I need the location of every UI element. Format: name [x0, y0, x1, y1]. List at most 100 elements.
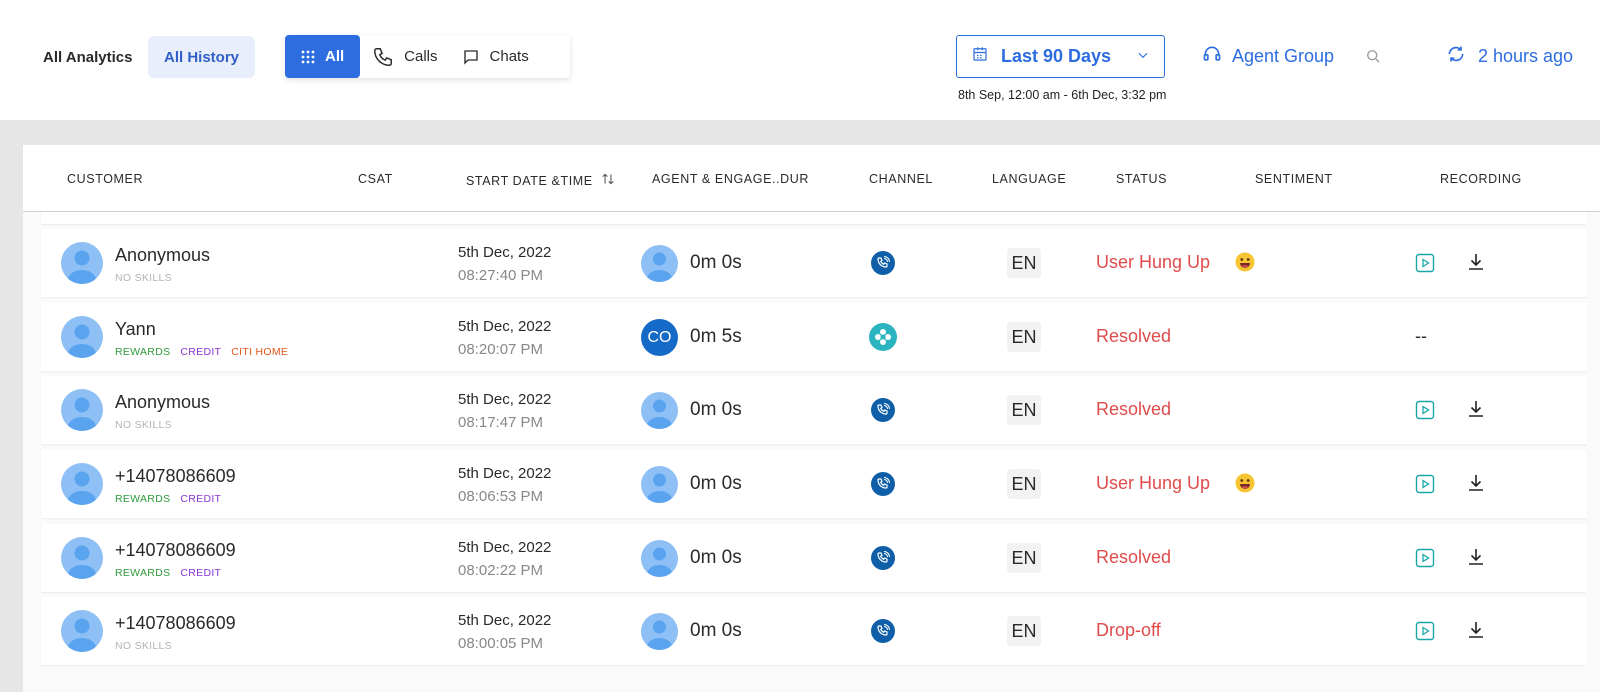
download-recording-icon[interactable]: [1466, 547, 1486, 572]
start-date: 5th Dec, 2022: [458, 244, 552, 261]
customer-avatar: [61, 463, 103, 505]
channel-chats-button[interactable]: Chats: [450, 35, 541, 78]
start-date: 5th Dec, 2022: [458, 612, 552, 629]
chat-bubble-icon: [462, 48, 480, 66]
col-agent-duration: AGENT & ENGAGE..DUR: [652, 172, 810, 186]
smile-emoji-icon: [1235, 252, 1255, 272]
agent-initials-avatar: CO: [641, 319, 678, 356]
customer-name[interactable]: +14078086609: [115, 540, 236, 561]
col-start-date-label: START DATE &TIME: [466, 173, 593, 188]
engagement-duration: 0m 0s: [690, 252, 742, 273]
customer-skill-tags: REWARDS CREDIT: [115, 493, 221, 505]
customer-avatar: [61, 537, 103, 579]
skill-tag: NO SKILLS: [115, 419, 172, 431]
play-recording-icon[interactable]: [1415, 400, 1435, 425]
nav-all-analytics[interactable]: All Analytics: [43, 36, 132, 78]
search-icon[interactable]: [1364, 47, 1382, 70]
agent-group-button[interactable]: Agent Group: [1202, 44, 1334, 69]
headset-icon: [1202, 44, 1222, 69]
customer-name[interactable]: Anonymous: [115, 392, 210, 413]
col-csat: CSAT: [358, 172, 393, 186]
download-recording-icon[interactable]: [1466, 620, 1486, 645]
engagement-duration: 0m 0s: [690, 620, 742, 641]
col-customer: CUSTOMER: [67, 172, 144, 186]
skill-tag: CREDIT: [180, 567, 222, 579]
col-start-date[interactable]: START DATE &TIME: [466, 172, 615, 189]
channel-calls-button[interactable]: Calls: [360, 35, 449, 78]
play-recording-icon[interactable]: [1415, 474, 1435, 499]
channel-all-button[interactable]: All: [285, 35, 361, 78]
no-recording: --: [1415, 326, 1427, 346]
skill-tag: CREDIT: [180, 493, 222, 505]
customer-skill-tags: REWARDS CREDIT CITI HOME: [115, 346, 288, 358]
start-time: 08:00:05 PM: [458, 635, 544, 652]
customer-skill-tags: NO SKILLS: [115, 640, 172, 652]
download-recording-icon[interactable]: [1466, 473, 1486, 498]
table-header: CUSTOMER CSAT START DATE &TIME AGENT & E…: [23, 145, 1600, 212]
channel-all-label: All: [325, 48, 345, 65]
agent-avatar: [641, 392, 678, 429]
channel-filter-group: All Calls Chats: [285, 35, 570, 78]
refresh-label: 2 hours ago: [1478, 46, 1574, 66]
refresh-icon: [1446, 44, 1466, 69]
language-badge: EN: [1007, 469, 1041, 499]
start-date: 5th Dec, 2022: [458, 465, 552, 482]
phone-channel-icon: [871, 619, 895, 643]
col-recording: RECORDING: [1440, 172, 1522, 186]
customer-name[interactable]: +14078086609: [115, 466, 236, 487]
col-language: LANGUAGE: [992, 172, 1067, 186]
refresh-button[interactable]: 2 hours ago: [1446, 44, 1573, 69]
date-filter-label: Last 90 Days: [1001, 46, 1112, 66]
smile-emoji-icon: [1235, 473, 1255, 493]
customer-skill-tags: REWARDS CREDIT: [115, 567, 221, 579]
skill-tag: NO SKILLS: [115, 272, 172, 284]
start-date: 5th Dec, 2022: [458, 391, 552, 408]
status-text: Resolved: [1096, 399, 1172, 419]
table-row[interactable]: +14078086609 REWARDS CREDIT 5th Dec, 2022…: [41, 524, 1587, 592]
grid-icon: [301, 50, 315, 64]
status-text: User Hung Up: [1096, 473, 1211, 493]
download-recording-icon[interactable]: [1466, 399, 1486, 424]
customer-name[interactable]: Yann: [115, 319, 156, 340]
play-recording-icon[interactable]: [1415, 253, 1435, 278]
start-time: 08:17:47 PM: [458, 414, 544, 431]
nav-all-history[interactable]: All History: [148, 36, 256, 78]
phone-channel-icon: [871, 472, 895, 496]
language-badge: EN: [1007, 395, 1041, 425]
skill-tag: REWARDS: [115, 567, 171, 579]
agent-avatar: [641, 613, 678, 650]
chevron-down-icon: [1136, 46, 1150, 67]
phone-channel-icon: [871, 546, 895, 570]
skill-tag: NO SKILLS: [115, 640, 172, 652]
date-filter-dropdown[interactable]: Last 90 Days: [956, 35, 1165, 78]
agent-avatar: [641, 540, 678, 577]
customer-avatar: [61, 610, 103, 652]
agent-avatar: [641, 245, 678, 282]
table-row-partial: [41, 212, 1587, 224]
customer-name[interactable]: Anonymous: [115, 245, 210, 266]
table-row[interactable]: Anonymous NO SKILLS 5th Dec, 2022 08:17:…: [41, 376, 1587, 444]
status-text: Resolved: [1096, 326, 1172, 346]
sort-icon[interactable]: [601, 172, 615, 189]
phone-icon: [372, 46, 394, 68]
download-recording-icon[interactable]: [1466, 252, 1486, 277]
play-recording-icon[interactable]: [1415, 621, 1435, 646]
start-time: 08:02:22 PM: [458, 562, 544, 579]
start-time: 08:06:53 PM: [458, 488, 544, 505]
customer-avatar: [61, 316, 103, 358]
table-row[interactable]: Anonymous NO SKILLS 5th Dec, 2022 08:27:…: [41, 229, 1587, 297]
history-table: CUSTOMER CSAT START DATE &TIME AGENT & E…: [23, 145, 1600, 692]
play-recording-icon[interactable]: [1415, 548, 1435, 573]
table-row[interactable]: Yann REWARDS CREDIT CITI HOME 5th Dec, 202…: [41, 303, 1587, 371]
table-row[interactable]: +14078086609 REWARDS CREDIT 5th Dec, 2022…: [41, 450, 1587, 518]
engagement-duration: 0m 0s: [690, 473, 742, 494]
status-text: Drop-off: [1096, 620, 1161, 640]
customer-name[interactable]: +14078086609: [115, 613, 236, 634]
date-range-text: 8th Sep, 12:00 am - 6th Dec, 3:32 pm: [958, 88, 1167, 102]
status-text: Resolved: [1096, 547, 1172, 567]
channel-chats-label: Chats: [489, 48, 529, 65]
customer-avatar: [61, 242, 103, 284]
engagement-duration: 0m 0s: [690, 547, 742, 568]
table-row[interactable]: +14078086609 NO SKILLS 5th Dec, 2022 08:…: [41, 597, 1587, 665]
channel-calls-label: Calls: [404, 48, 438, 65]
